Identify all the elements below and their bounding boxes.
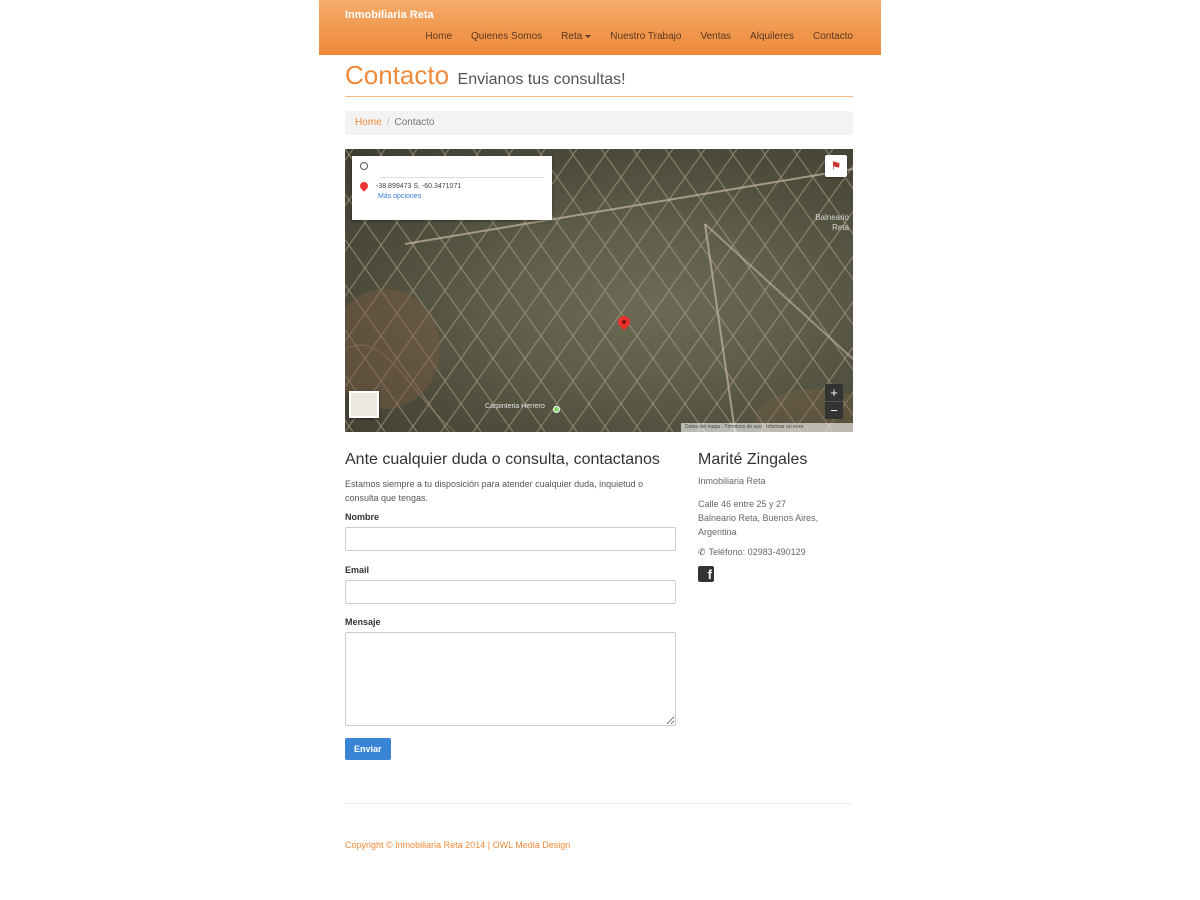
footer: Copyright © Inmobiliaria Reta 2014 | OWL… bbox=[345, 840, 570, 850]
breadcrumb-home[interactable]: Home bbox=[355, 117, 382, 128]
footer-copyright: Copyright © Inmobiliaria Reta 2014 bbox=[345, 840, 486, 850]
breadcrumb: Home / Contacto bbox=[345, 111, 853, 135]
contact-phone-text: Teléfono: 02983-490129 bbox=[708, 547, 806, 557]
map-road-label: Carpinteria Herrero bbox=[485, 403, 545, 410]
contact-address: Calle 46 entre 25 y 27 Balneario Reta, B… bbox=[698, 499, 819, 537]
message-label: Mensaje bbox=[345, 617, 381, 627]
caret-down-icon bbox=[585, 34, 592, 38]
map-embed[interactable]: -38.899473 S, -60.3471071 Más opciones ⚑… bbox=[345, 149, 853, 432]
map-info-window: -38.899473 S, -60.3471071 Más opciones bbox=[352, 156, 552, 220]
zoom-in-button[interactable]: + bbox=[825, 384, 843, 401]
breadcrumb-separator: / bbox=[386, 117, 390, 128]
nav-item-contacto[interactable]: Contacto bbox=[813, 31, 853, 42]
breadcrumb-current: Contacto bbox=[394, 117, 435, 128]
message-field[interactable] bbox=[345, 632, 676, 726]
zoom-out-button[interactable]: − bbox=[825, 402, 843, 419]
email-field[interactable] bbox=[345, 580, 676, 604]
location-circle-icon bbox=[360, 162, 368, 170]
facebook-icon[interactable]: f bbox=[698, 566, 714, 582]
contact-info: Marité Zingales Inmobiliaria Reta Calle … bbox=[698, 451, 858, 584]
name-label: Nombre bbox=[345, 512, 380, 522]
page-title: Contacto bbox=[345, 60, 450, 90]
brand-logo[interactable]: Inmobiliaria Reta bbox=[345, 9, 434, 21]
footer-separator: | bbox=[487, 840, 491, 850]
map-attribution[interactable]: Datos del mapa · Términos de uso · Infor… bbox=[681, 423, 853, 432]
nav-item-reta[interactable]: Reta bbox=[561, 31, 592, 42]
contact-phone: ✆ Teléfono: 02983-490129 bbox=[698, 547, 858, 558]
nav-item-ventas[interactable]: Ventas bbox=[700, 31, 731, 42]
street-view-icon[interactable]: ⚑ bbox=[825, 155, 847, 177]
map-place-label: Balneario Reta bbox=[815, 213, 849, 232]
footer-credit-link[interactable]: OWL Media Design bbox=[493, 840, 571, 850]
navbar: Inmobiliaria Reta Home Quienes Somos Ret… bbox=[319, 0, 881, 55]
info-divider bbox=[380, 177, 544, 178]
submit-button[interactable]: Enviar bbox=[345, 738, 391, 760]
nav-item-reta-label: Reta bbox=[561, 31, 583, 42]
phone-icon: ✆ bbox=[698, 547, 706, 557]
more-options-link[interactable]: Más opciones bbox=[378, 193, 544, 200]
nav-item-alquileres[interactable]: Alquileres bbox=[750, 31, 794, 42]
nav-item-nuestro-trabajo[interactable]: Nuestro Trabajo bbox=[610, 31, 681, 42]
contact-name: Marité Zingales bbox=[698, 451, 808, 468]
place-marker-icon[interactable] bbox=[553, 406, 560, 413]
map-type-toggle[interactable] bbox=[349, 391, 379, 418]
email-label: Email bbox=[345, 565, 370, 575]
info-row: -38.899473 S, -60.3471071 bbox=[358, 180, 544, 192]
page-header: Contacto Envianos tus consultas! bbox=[345, 60, 853, 97]
page-subtitle: Envianos tus consultas! bbox=[457, 71, 626, 88]
form-description: Estamos siempre a tu disposición para at… bbox=[345, 479, 644, 503]
nav-menu: Home Quienes Somos Reta Nuestro Trabajo … bbox=[406, 31, 853, 42]
nav-item-quienes-somos[interactable]: Quienes Somos bbox=[471, 31, 542, 42]
zoom-control: + − bbox=[825, 384, 843, 419]
page: Inmobiliaria Reta Home Quienes Somos Ret… bbox=[319, 0, 881, 900]
nav-item-home[interactable]: Home bbox=[425, 31, 452, 42]
form-title: Ante cualquier duda o consulta, contacta… bbox=[345, 451, 660, 468]
footer-divider bbox=[345, 803, 853, 804]
name-field[interactable] bbox=[345, 527, 676, 551]
contact-form: Ante cualquier duda o consulta, contacta… bbox=[345, 451, 676, 760]
contact-company: Inmobiliaria Reta bbox=[698, 476, 766, 486]
map-pin-small-icon bbox=[358, 180, 370, 192]
map-coordinates: -38.899473 S, -60.3471071 bbox=[376, 182, 462, 190]
